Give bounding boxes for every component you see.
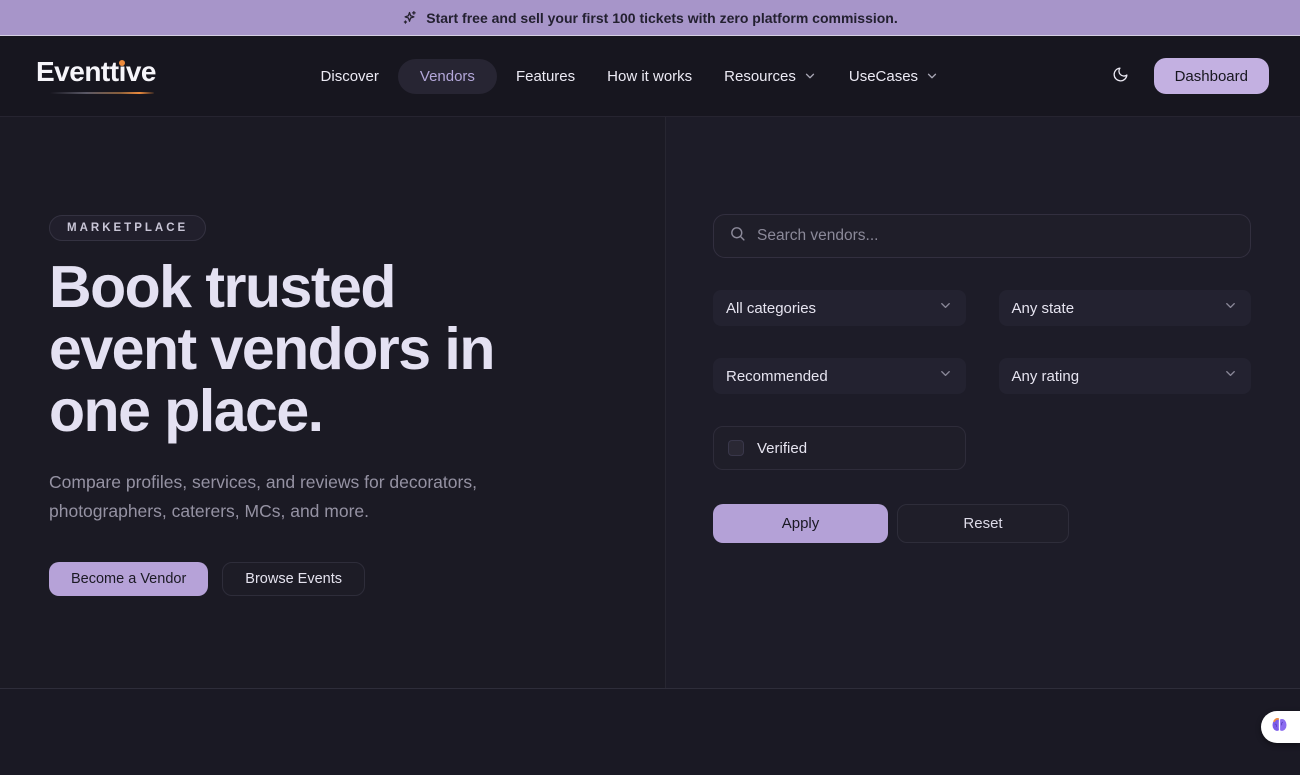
logo-text: Eventtive <box>36 56 156 87</box>
marketplace-badge: MARKETPLACE <box>49 215 206 241</box>
become-vendor-button[interactable]: Become a Vendor <box>49 562 208 596</box>
verified-filter[interactable]: Verified <box>713 426 966 470</box>
title-line: Book trusted <box>49 256 625 318</box>
nav-item-features[interactable]: Features <box>503 59 588 94</box>
vendor-search <box>713 214 1251 258</box>
dashboard-button[interactable]: Dashboard <box>1154 58 1269 94</box>
header-actions: Dashboard <box>1104 58 1269 94</box>
nav-item-label: Vendors <box>420 68 475 85</box>
verified-label: Verified <box>757 440 807 457</box>
page: Start free and sell your first 100 ticke… <box>0 0 1300 775</box>
rating-select-value: Any rating <box>1012 368 1080 385</box>
header: Eventtive Discover Vendors Features How … <box>0 36 1300 117</box>
chevron-down-icon <box>938 366 953 386</box>
chat-widget-button[interactable] <box>1261 711 1300 743</box>
footer <box>0 688 1300 775</box>
search-input[interactable] <box>757 227 1235 245</box>
rating-select[interactable]: Any rating <box>999 358 1252 394</box>
chevron-down-icon <box>803 69 817 83</box>
hero-section: MARKETPLACE Book trusted event vendors i… <box>0 117 1300 688</box>
browse-events-button[interactable]: Browse Events <box>222 562 365 596</box>
logo-underline <box>50 92 154 94</box>
nav-item-label: Resources <box>724 68 796 85</box>
brain-icon <box>1269 714 1290 740</box>
nav-item-vendors[interactable]: Vendors <box>398 59 497 94</box>
category-select[interactable]: All categories <box>713 290 966 326</box>
hero-subtitle: Compare profiles, services, and reviews … <box>49 468 507 526</box>
chevron-down-icon <box>938 298 953 318</box>
chevron-down-icon <box>1223 298 1238 318</box>
chevron-down-icon <box>1223 366 1238 386</box>
apply-button[interactable]: Apply <box>713 504 888 543</box>
hero-cta-row: Become a Vendor Browse Events <box>49 562 625 596</box>
nav-item-resources[interactable]: Resources <box>711 59 830 94</box>
logo[interactable]: Eventtive <box>36 58 156 94</box>
nav-item-how-it-works[interactable]: How it works <box>594 59 705 94</box>
sort-select[interactable]: Recommended <box>713 358 966 394</box>
nav-item-discover[interactable]: Discover <box>308 59 392 94</box>
nav-item-usecases[interactable]: UseCases <box>836 59 952 94</box>
theme-toggle-button[interactable] <box>1104 59 1138 93</box>
promo-banner: Start free and sell your first 100 ticke… <box>0 0 1300 36</box>
chevron-down-icon <box>925 69 939 83</box>
reset-button[interactable]: Reset <box>897 504 1069 543</box>
nav-item-label: Features <box>516 68 575 85</box>
title-line: event vendors in <box>49 318 625 380</box>
nav-item-label: How it works <box>607 68 692 85</box>
category-select-value: All categories <box>726 300 816 317</box>
filter-actions: Apply Reset <box>713 504 1251 543</box>
hero-copy: MARKETPLACE Book trusted event vendors i… <box>0 117 666 688</box>
state-select[interactable]: Any state <box>999 290 1252 326</box>
promo-banner-text: Start free and sell your first 100 ticke… <box>426 10 897 26</box>
title-line: one place. <box>49 380 625 442</box>
sparkles-icon <box>402 10 417 25</box>
state-select-value: Any state <box>1012 300 1075 317</box>
main-nav: Discover Vendors Features How it works R… <box>308 59 953 94</box>
nav-item-label: UseCases <box>849 68 918 85</box>
logo-dot <box>119 60 125 66</box>
sort-select-value: Recommended <box>726 368 828 385</box>
search-icon <box>729 225 746 247</box>
nav-item-label: Discover <box>321 68 379 85</box>
vendor-filter-panel: All categories Any state Recommended <box>666 117 1300 688</box>
filter-grid: All categories Any state Recommended <box>713 290 1251 394</box>
page-title: Book trusted event vendors in one place. <box>49 256 625 442</box>
moon-icon <box>1112 66 1129 86</box>
verified-checkbox[interactable] <box>728 440 744 456</box>
